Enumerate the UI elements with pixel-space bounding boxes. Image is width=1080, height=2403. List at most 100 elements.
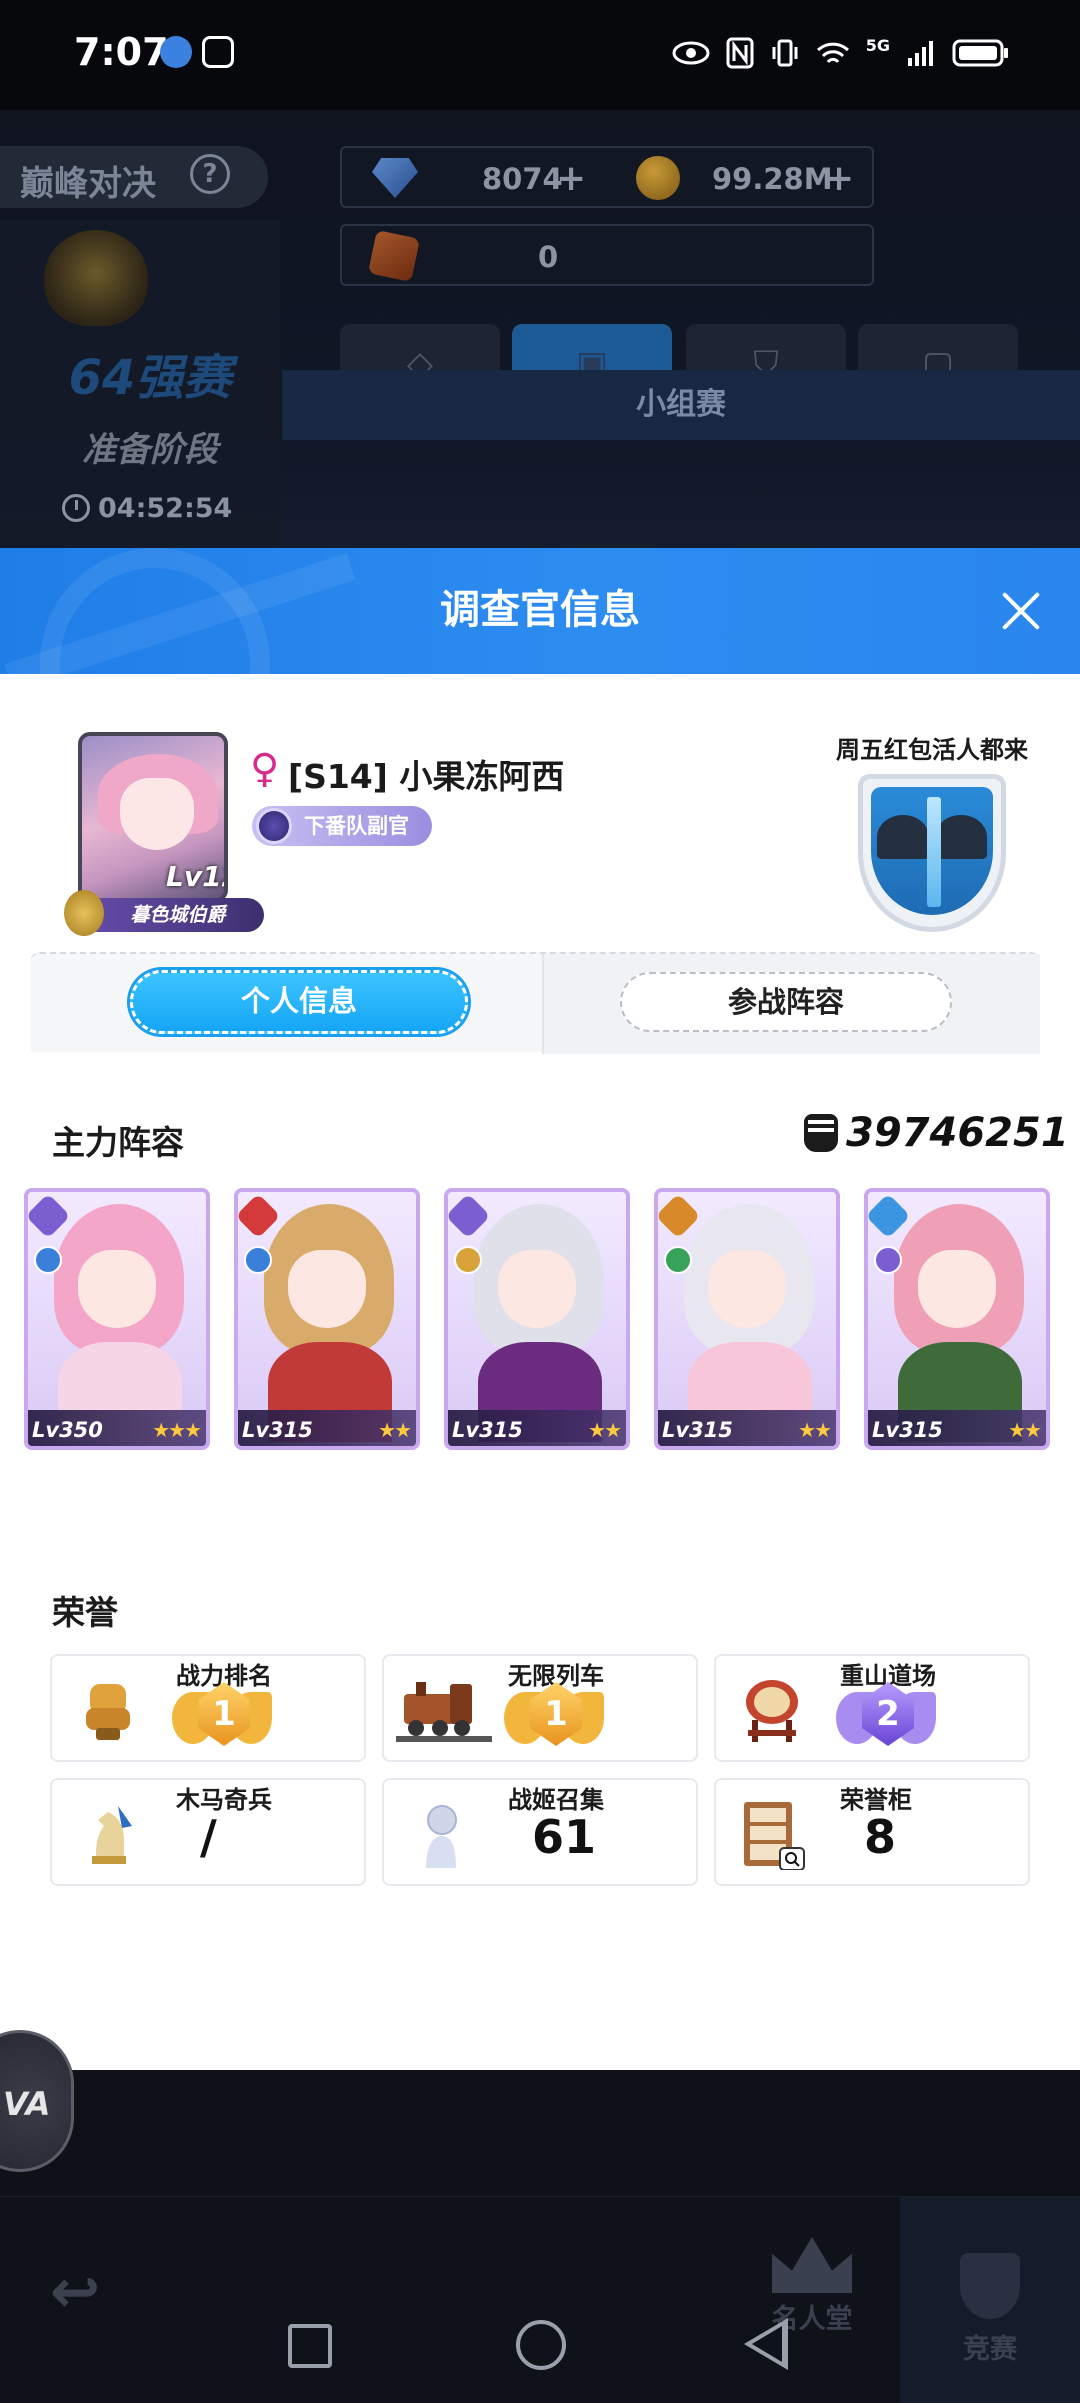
- close-icon[interactable]: [1000, 590, 1042, 632]
- bottom-navigation: ↩ 名人堂 竞赛: [0, 2196, 1080, 2403]
- honor-cabinet[interactable]: 荣誉柜 8: [714, 1778, 1030, 1886]
- crown-icon: [772, 2237, 852, 2293]
- nav-arena[interactable]: 竞赛: [900, 2197, 1080, 2403]
- honor-chongshan-dojo[interactable]: 重山道场 2: [714, 1654, 1030, 1762]
- home-button[interactable]: [516, 2320, 566, 2370]
- nav-hall-of-fame[interactable]: 名人堂: [742, 2197, 882, 2336]
- avatar[interactable]: Lv120: [78, 732, 228, 902]
- gold-coin-icon: [636, 156, 680, 200]
- combat-power-value: 39746251: [846, 1110, 1069, 1156]
- profile-card: Lv120 暮色城伯爵 ♀ [S14] 小果冻阿西 下番队副官 周五红包活人都来: [30, 724, 1040, 956]
- stage-phase: 准备阶段: [82, 430, 218, 470]
- arena-shield-icon: [960, 2253, 1020, 2319]
- network-type: 5G: [865, 36, 890, 55]
- sword-icon: [927, 797, 941, 907]
- eye-icon: [672, 36, 710, 70]
- crest-icon: [64, 890, 104, 936]
- guild-emblem[interactable]: [858, 774, 1006, 932]
- honor-label: 木马奇兵: [176, 1786, 272, 1814]
- role-icon: [874, 1246, 902, 1274]
- role-icon: [454, 1246, 482, 1274]
- guild-wing-left: [877, 815, 929, 859]
- hand-notification-icon: [202, 36, 234, 68]
- hero-level: Lv315: [662, 1418, 733, 1442]
- gold-value: 99.28M: [712, 162, 833, 196]
- hero-card[interactable]: Lv315 ★★: [234, 1188, 420, 1450]
- token-row: 0: [340, 224, 874, 286]
- hero-card[interactable]: Lv350 ★★★: [24, 1188, 210, 1450]
- honor-power-ranking[interactable]: 战力排名 1: [50, 1654, 366, 1762]
- cabinet-icon: [736, 1798, 808, 1871]
- status-bar: 7:07 5G: [0, 0, 1080, 110]
- token-box-icon: [367, 229, 421, 283]
- tournament-crest-icon: [44, 230, 148, 326]
- modal-title: 调查官信息: [440, 587, 640, 633]
- help-icon[interactable]: ?: [190, 154, 230, 194]
- hero-level: Lv315: [242, 1418, 313, 1442]
- currency-row: 8074 + 99.28M +: [340, 146, 874, 208]
- hero-card[interactable]: Lv315 ★★: [654, 1188, 840, 1450]
- player-name: [S14] 小果冻阿西: [288, 757, 565, 796]
- hero-face: [78, 1250, 156, 1328]
- honor-title: 荣誉: [52, 1593, 118, 1632]
- honor-valkyrie-summon[interactable]: 战姬召集 61: [382, 1778, 698, 1886]
- tab-personal-info[interactable]: 个人信息: [130, 970, 468, 1034]
- honor-trojan-raid[interactable]: 木马奇兵 /: [50, 1778, 366, 1886]
- hero-card[interactable]: Lv315 ★★: [444, 1188, 630, 1450]
- gold-medal-icon: 1: [504, 1678, 604, 1758]
- rank-icon: [256, 808, 292, 844]
- gold-medal-icon: 1: [172, 1678, 272, 1758]
- drum-icon: [736, 1674, 808, 1746]
- hero-stars: ★★: [588, 1418, 622, 1442]
- hero-face: [288, 1250, 366, 1328]
- fist-icon: [804, 1114, 838, 1152]
- hero-face: [498, 1250, 576, 1328]
- hero-stars: ★★: [1008, 1418, 1042, 1442]
- back-icon[interactable]: ↩: [50, 2257, 100, 2327]
- honor-value: 8: [864, 1810, 897, 1864]
- wifi-icon: [816, 36, 850, 70]
- honor-value: /: [200, 1810, 217, 1864]
- honor-value: 61: [532, 1810, 597, 1864]
- hero-stars: ★★: [378, 1418, 412, 1442]
- hero-face: [708, 1250, 786, 1328]
- silhouette-icon: [404, 1798, 476, 1870]
- player-level: Lv120: [166, 860, 224, 893]
- gem-icon: [372, 158, 418, 198]
- role-icon: [244, 1246, 272, 1274]
- role-icon: [664, 1246, 692, 1274]
- countdown-value: 04:52:54: [98, 492, 233, 524]
- battery-icon: [952, 36, 1010, 70]
- modal-header: 调查官信息: [0, 548, 1080, 674]
- hero-stars: ★★: [798, 1418, 832, 1442]
- guild-wing-right: [935, 815, 987, 859]
- honor-infinite-train[interactable]: 无限列车 1: [382, 1654, 698, 1762]
- hero-level: Lv315: [452, 1418, 523, 1442]
- purple-medal-icon: 2: [836, 1678, 936, 1758]
- rank-badge: 下番队副官: [252, 806, 432, 846]
- floating-assistant-button[interactable]: VA: [0, 2030, 74, 2172]
- recents-button[interactable]: [288, 2324, 332, 2368]
- vibrate-icon: [770, 36, 800, 70]
- tab-battle-lineup[interactable]: 参战阵容: [620, 972, 952, 1032]
- train-icon: [396, 1674, 492, 1746]
- countdown: 04:52:54: [62, 488, 262, 528]
- game-background: 巅峰对决 ? 64强赛 准备阶段 04:52:54 8074 + 99.28M …: [0, 110, 1080, 560]
- avatar-face: [120, 778, 194, 850]
- hero-card[interactable]: Lv315 ★★: [864, 1188, 1050, 1450]
- honor-grid: 战力排名 1 无限列车 1 重山道场 2 木马奇兵 / 战姬召集 61 荣誉柜 …: [50, 1654, 1030, 1886]
- hero-level: Lv350: [32, 1418, 103, 1442]
- fist-trophy-icon: [72, 1674, 144, 1746]
- nfc-icon: [726, 36, 754, 70]
- hero-lineup: Lv350 ★★★ Lv315 ★★ Lv315 ★★ Lv315 ★★ Lv3…: [24, 1188, 1064, 1450]
- group-stage-bar[interactable]: 小组赛: [282, 370, 1080, 440]
- app-notification-icon: [160, 36, 192, 68]
- back-button[interactable]: [744, 2318, 788, 2370]
- gold-add-button[interactable]: +: [824, 158, 854, 199]
- role-icon: [34, 1246, 62, 1274]
- token-value: 0: [538, 240, 559, 274]
- combat-power: 39746251: [804, 1108, 1069, 1158]
- hero-stars: ★★★: [152, 1418, 202, 1442]
- stage-name: 64强赛: [68, 350, 232, 406]
- gem-add-button[interactable]: +: [556, 158, 586, 199]
